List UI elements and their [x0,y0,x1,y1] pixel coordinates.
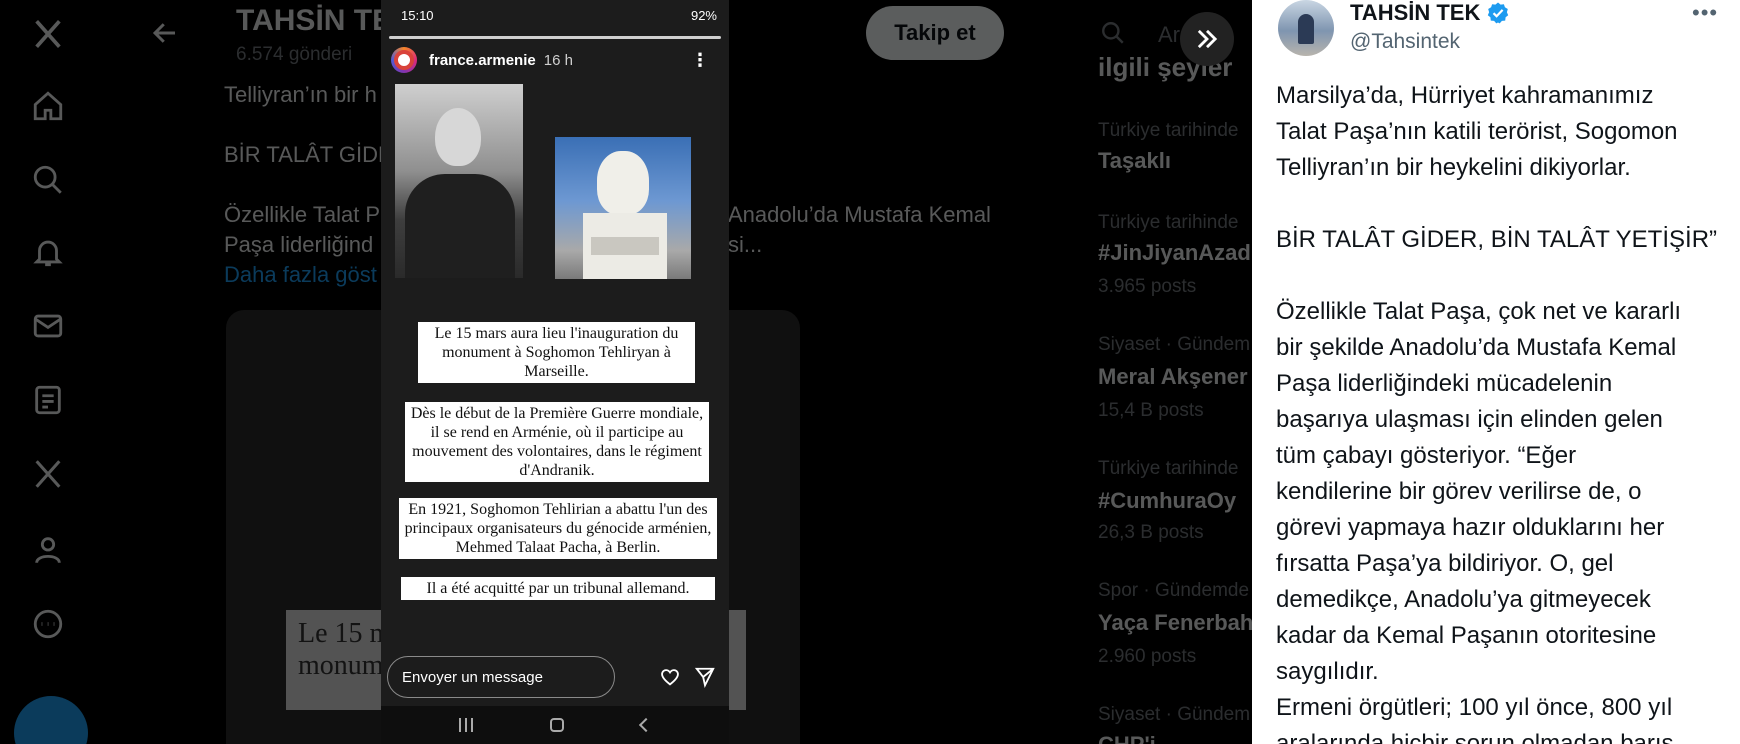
story-avatar [391,47,417,73]
post-text-line: si... [728,232,763,257]
post-text-line: Özellikle Talat P [224,202,381,227]
trend-category: Spor · Gündemde [1098,580,1250,601]
phone-status-bar: 15:10 92% [381,0,729,30]
story-timestamp: 16 h [543,51,573,69]
author-handle[interactable]: @Tahsintek [1350,30,1460,54]
profile-post-count: 6.574 gönderi [236,44,353,65]
tweet-text-line: aralarında hiçbir sorun olmadan barış [1276,730,1674,744]
trend-count: 26,3 B posts [1098,522,1204,543]
trend-item[interactable]: Yaça Fenerbah [1098,610,1252,636]
tweet-text-line: fırsatta Paşa’ya bildiriyor. O, gel [1276,550,1614,577]
explore-search-icon[interactable] [28,160,68,200]
follow-button[interactable]: Takip et [866,6,1004,60]
statue-photo [555,137,691,279]
tweet-text-line: Özellikle Talat Paşa, çok net ve kararlı [1276,298,1682,325]
search-input[interactable]: Ar [1158,22,1180,48]
notifications-bell-icon[interactable] [28,232,68,272]
back-arrow-icon[interactable] [150,18,184,52]
trend-item[interactable]: Taşaklı [1098,148,1171,174]
x-logo-icon[interactable] [28,14,68,54]
more-circle-icon[interactable] [28,604,68,644]
collapse-panel-button[interactable] [1180,12,1234,66]
messages-envelope-icon[interactable] [28,306,68,346]
trend-count: 2.960 posts [1098,646,1197,667]
story-header: france.armenie 16 h ⋮ [391,46,719,74]
double-chevron-right-icon [1197,29,1218,49]
trend-count: 3.965 posts [1098,276,1197,297]
tweet-text-line: bir şekilde Anadolu’da Mustafa Kemal [1276,334,1677,361]
verified-badge-icon [1486,1,1510,25]
story-menu-icon: ⋮ [691,50,709,70]
send-icon [694,666,716,688]
tweet-text-line: demedikçe, Anadolu’ya gitmeyecek [1276,586,1651,613]
avatar[interactable] [1278,0,1334,56]
lists-icon[interactable] [28,380,68,420]
tweet-text-line: BİR TALÂT GİDER, BİN TALÂT YETİŞİR” [1276,226,1718,253]
trend-category: Türkiye tarihinde [1098,212,1239,233]
tweet-text-line: kendilerine bir görev verilirse de, o [1276,478,1642,505]
story-caption: Dès le début de la Première Guerre mondi… [405,402,709,482]
story-progress-bar [389,36,721,39]
post-text-line: BİR TALÂT GİDE [224,142,393,167]
trend-item[interactable]: #CumhuraOy [1098,488,1236,514]
story-caption: Il a été acquitté par un tribunal allema… [401,577,715,600]
show-more-link[interactable]: Daha fazla göst [224,262,377,288]
status-time: 15:10 [401,7,434,23]
android-nav-bar [381,706,729,744]
story-message-input: Envoyer un message [387,656,615,698]
tweet-text-line: başarıya ulaşması için elinden gelen [1276,406,1663,433]
trend-count: 15,4 B posts [1098,400,1204,421]
back-chevron-icon [638,717,653,733]
tweet-text-line: Talat Paşa’nın katili terörist, Sogomon [1276,118,1678,145]
status-battery: 92% [690,7,717,23]
trend-category: Siyaset · Gündem [1098,334,1251,355]
trend-item[interactable]: Meral Akşener [1098,364,1248,390]
home-button-icon [549,718,564,732]
tweet-text-line: Paşa liderliğindeki mücadelenin [1276,370,1613,397]
tweet-text-line: Marsilya’da, Hürriyet kahramanımız [1276,82,1654,109]
trend-item[interactable]: CHP'i [1098,732,1156,744]
story-screenshot: 15:10 92% france.armenie 16 h ⋮ Le 15 ma… [381,0,729,744]
tweet-text-line: kadar da Kemal Paşanın otoritesine [1276,622,1657,649]
recents-icon [459,718,474,732]
author-name[interactable]: TAHSİN TEK [1350,0,1480,26]
tweet-text-line: Telliyran’ın bir heykelini dikiyorlar. [1276,154,1631,181]
tweet-panel: TAHSİN TEK @Tahsintek ••• Marsilya’da, H… [1252,0,1740,744]
search-icon[interactable] [1100,20,1128,48]
home-icon[interactable] [28,86,68,126]
trend-category: Siyaset · Gündem [1098,704,1251,725]
post-text-line: Paşa liderliğind [224,232,374,257]
story-caption: Le 15 mars aura lieu l'inauguration du m… [418,322,695,383]
trend-category: Türkiye tarihinde [1098,458,1239,479]
post-button[interactable] [14,696,88,744]
trend-category: Türkiye tarihinde [1098,120,1239,141]
premium-x-icon[interactable] [28,454,68,494]
tweet-text-line: Ermeni örgütleri; 100 yıl önce, 800 yıl [1276,694,1673,721]
post-text-line: Anadolu’da Mustafa Kemal [728,202,991,227]
more-options-icon[interactable]: ••• [1692,0,1718,26]
post-text-line: Telliyran’ın bir h [224,82,377,107]
tweet-text-line: tüm çabayı gösteriyor. “Eğer [1276,442,1577,469]
tweet-text-line: görevi yapmaya hazır olduklarını her [1276,514,1665,541]
heart-icon [659,666,681,688]
trend-item[interactable]: #JinJiyanAzad [1098,240,1251,266]
story-username: france.armenie [429,51,536,69]
tweet-text-line: saygılıdır. [1276,658,1379,685]
portrait-photo [395,84,523,278]
profile-person-icon[interactable] [28,530,68,570]
story-caption: En 1921, Soghomon Tehlirian a abattu l'u… [399,498,717,559]
profile-header-name: TAHSİN TE [236,4,393,37]
